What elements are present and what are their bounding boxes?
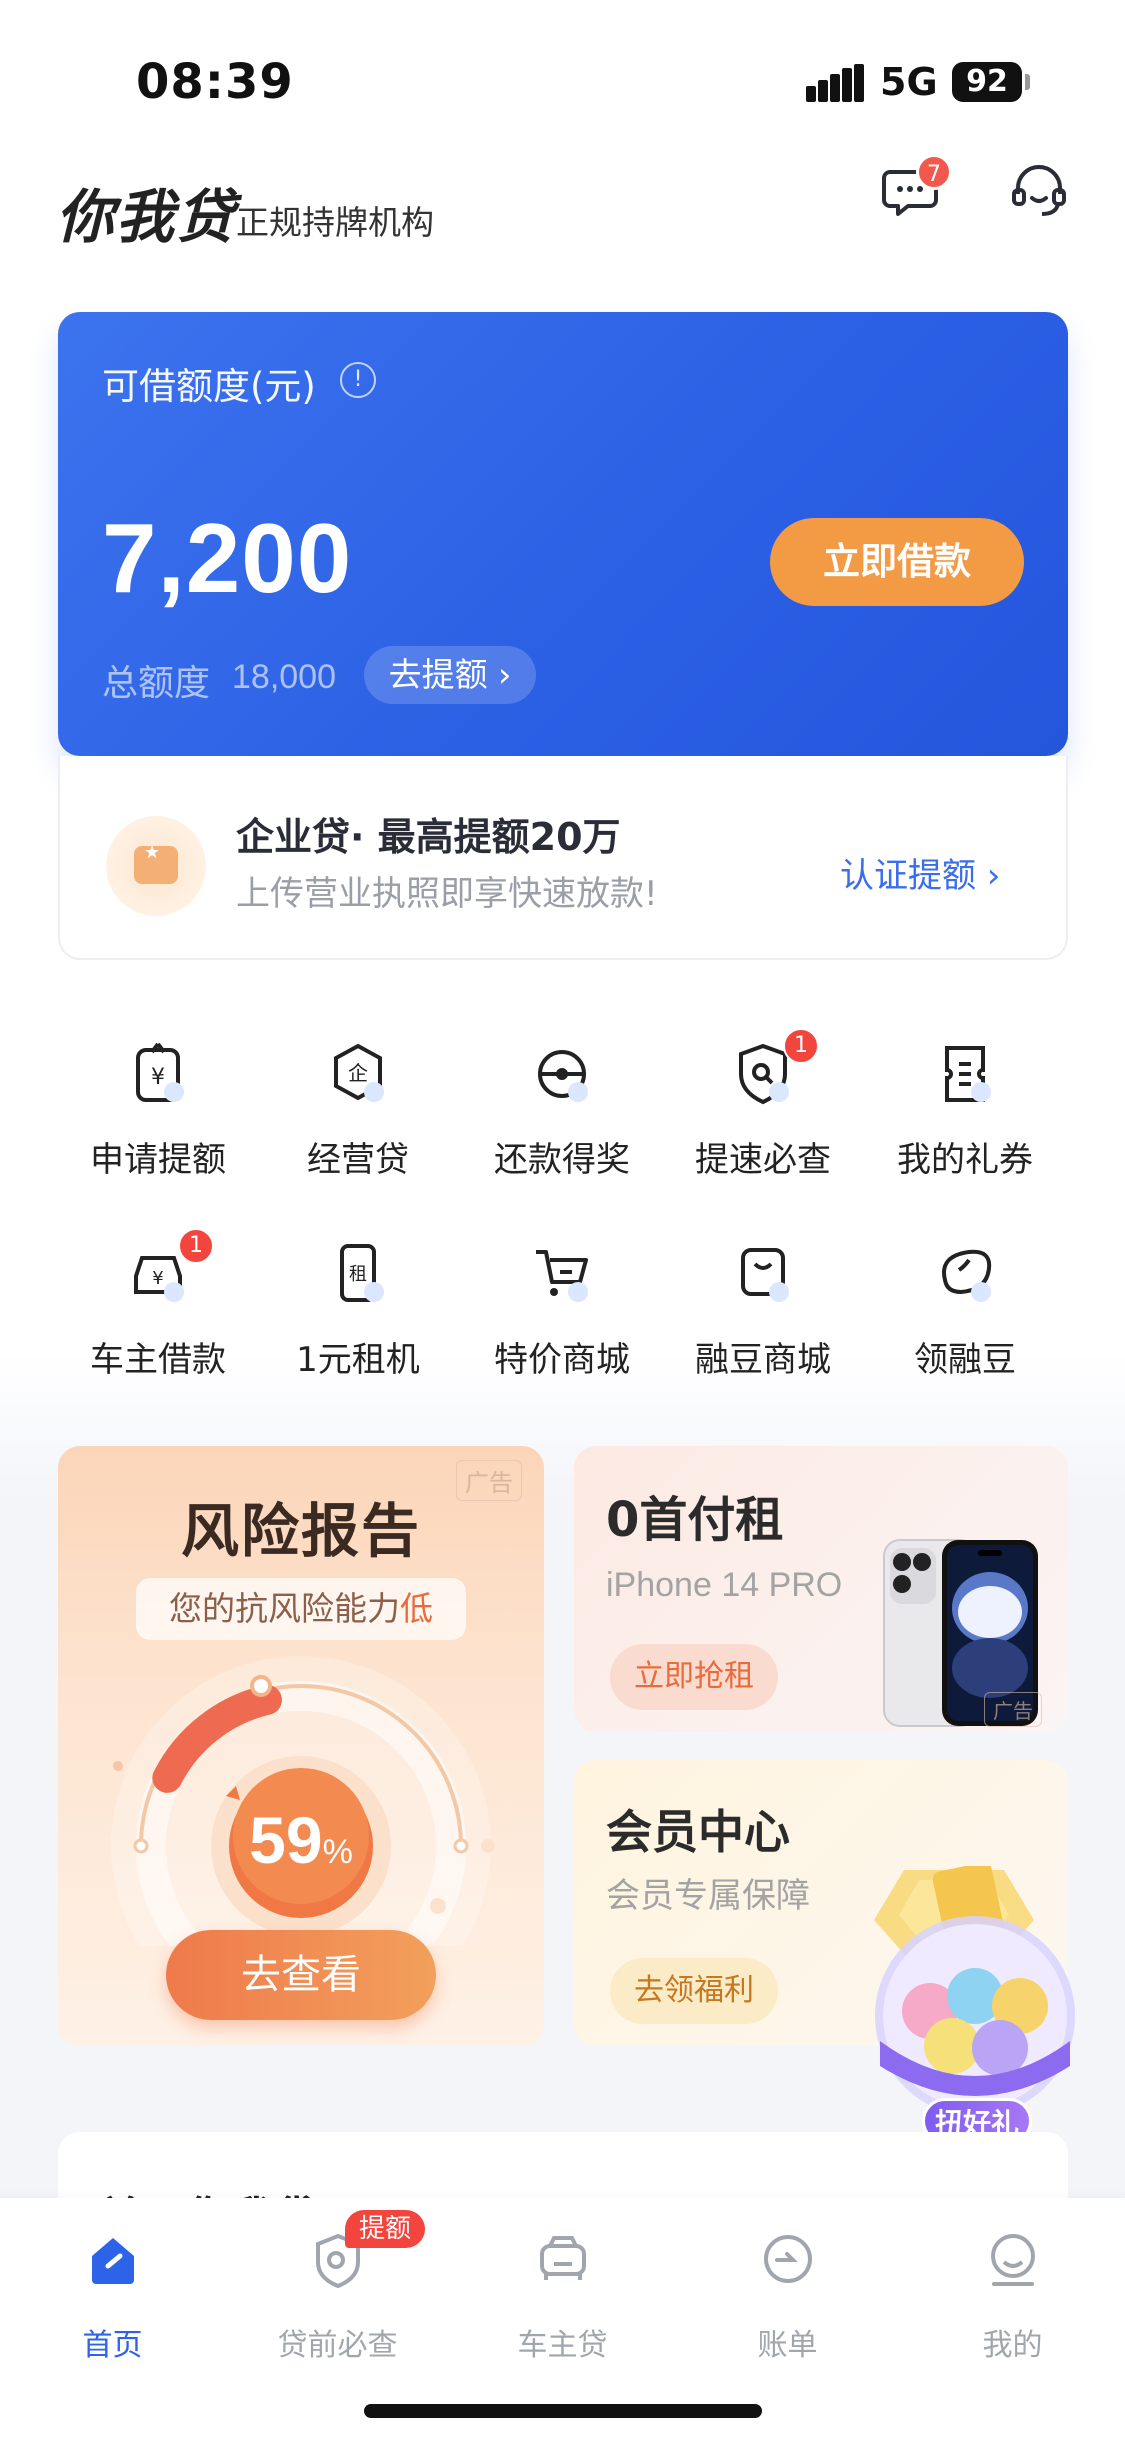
signal-icon — [806, 64, 864, 102]
brand-subtitle: 正规持牌机构 — [236, 203, 434, 242]
grid-item-5[interactable]: ¥ 车主借款 1 — [58, 1228, 258, 1410]
info-icon[interactable]: ! — [340, 362, 376, 398]
tab-label: 贷前必查 — [277, 2328, 398, 2363]
grid-badge: 1 — [783, 1028, 819, 1064]
gacha-ball-icon — [875, 1866, 1075, 2116]
tab-shield-check[interactable]: 贷前必查 提额 — [225, 2210, 450, 2378]
grid-label: 提速必查 — [695, 1140, 831, 1180]
coupon-icon — [945, 1046, 991, 1102]
svg-text:企: 企 — [348, 1061, 368, 1085]
grid-label: 车主借款 — [90, 1340, 226, 1380]
risk-report-card[interactable]: 广告 风险报告 您的抗风险能力低 59% 去查看 — [58, 1446, 544, 2046]
yuan-upload-icon: ¥ — [136, 1042, 184, 1102]
tab-label: 车主贷 — [517, 2328, 608, 2363]
profile-icon — [991, 2234, 1035, 2286]
claim-benefits-button[interactable]: 去领福利 — [610, 1958, 778, 2024]
verify-raise-link[interactable]: 认证提额 › — [840, 848, 1000, 897]
grid-badge: 1 — [178, 1228, 214, 1264]
risk-percent: 59% — [249, 1803, 353, 1877]
borrow-now-button[interactable]: 立即借款 — [770, 518, 1024, 606]
brand-logo: 你我贷 — [56, 183, 237, 251]
ad-tag-rent: 广告 — [984, 1692, 1042, 1727]
risk-gauge — [111, 1656, 495, 1946]
tab-bill[interactable]: 账单 — [675, 2218, 900, 2378]
rent-title: 0首付租 — [606, 1492, 784, 1548]
grid-label: 融豆商城 — [695, 1340, 831, 1380]
tab-label: 账单 — [757, 2328, 818, 2363]
total-credit-label: 总额度 — [102, 663, 211, 704]
repay-reward-icon — [538, 1050, 588, 1102]
grid-label: 经营贷 — [307, 1140, 409, 1180]
phone-rent-icon: 租 — [340, 1244, 384, 1302]
grid-label: 1元租机 — [296, 1340, 420, 1380]
svg-text:租: 租 — [349, 1264, 367, 1285]
message-badge: 7 — [916, 154, 952, 190]
grid-item-4[interactable]: 我的礼券 — [865, 1040, 1065, 1210]
gacha-float-button[interactable]: 扭好礼 — [860, 1866, 1090, 2156]
grid-item-2[interactable]: 还款得奖 — [462, 1040, 662, 1210]
grid-label: 还款得奖 — [494, 1140, 630, 1180]
grid-label: 我的礼券 — [897, 1140, 1033, 1180]
network-type: 5G — [880, 60, 938, 104]
grid-item-1[interactable]: 企经营贷 — [258, 1040, 458, 1210]
bean-icon — [942, 1249, 992, 1302]
home-icon — [92, 2238, 134, 2284]
tab-badge: 提额 — [345, 2210, 426, 2248]
risk-title: 风险报告 — [180, 1497, 421, 1565]
status-time: 08:39 — [136, 54, 294, 110]
car-icon — [540, 2236, 586, 2280]
grid-label: 特价商城 — [494, 1340, 630, 1380]
app-screen: 08:39 5G 92 你我贷 正规持牌机构 7 可借额度(元) ! 7,200… — [0, 0, 1125, 2439]
enterprise-loan-banner[interactable]: ★ 企业贷· 最高提额20万 上传营业执照即享快速放款! 认证提额 › — [58, 756, 1068, 960]
rent-now-button[interactable]: 立即抢租 — [610, 1644, 778, 1710]
tab-car[interactable]: 车主贷 — [450, 2218, 675, 2378]
total-credit-value: 18,000 — [232, 658, 336, 696]
rent-subtitle: iPhone 14 PRO — [606, 1566, 843, 1604]
bag-icon — [741, 1248, 789, 1302]
grid-item-8[interactable]: 融豆商城 — [663, 1240, 863, 1410]
view-report-button[interactable]: 去查看 — [166, 1930, 436, 2020]
grid-item-0[interactable]: ¥ 申请提额 — [58, 1040, 258, 1210]
home-indicator[interactable] — [364, 2404, 762, 2418]
credit-amount: 7,200 — [102, 503, 353, 613]
enterprise-title: 企业贷· 最高提额20万 — [236, 815, 621, 859]
enterprise-hexagon-icon: 企 — [334, 1043, 384, 1102]
tab-label: 首页 — [82, 2328, 143, 2363]
tab-label: 我的 — [982, 2328, 1043, 2363]
license-icon: ★ — [106, 816, 206, 916]
member-title: 会员中心 — [606, 1805, 790, 1859]
credit-card: 可借额度(元) ! 7,200 立即借款 总额度 18,000 去提额 › — [58, 312, 1068, 756]
tab-bar: 首页 贷前必查 提额车主贷 账单 我的 — [0, 2198, 1125, 2439]
svg-text:¥: ¥ — [152, 1268, 163, 1289]
tab-home[interactable]: 首页 — [0, 2218, 225, 2378]
risk-level-tag: 您的抗风险能力低 — [136, 1578, 466, 1640]
raise-limit-button[interactable]: 去提额 › — [364, 646, 536, 704]
bill-icon — [764, 2235, 812, 2283]
credit-label: 可借额度(元) — [102, 365, 316, 408]
battery-icon: 92 — [952, 62, 1022, 102]
rent-phone-card[interactable]: 0首付租 iPhone 14 PRO 立即抢租 广告 — [574, 1446, 1068, 1732]
grid-label: 领融豆 — [914, 1340, 1016, 1380]
grid-item-3[interactable]: 提速必查 1 — [663, 1028, 863, 1210]
grid-item-6[interactable]: 租 1元租机 — [258, 1240, 458, 1410]
grid-item-7[interactable]: 特价商城 — [462, 1240, 662, 1410]
grid-label: 申请提额 — [90, 1140, 226, 1180]
customer-service-icon[interactable] — [1008, 160, 1070, 222]
svg-text:¥: ¥ — [151, 1065, 165, 1090]
grid-item-9[interactable]: 领融豆 — [865, 1240, 1065, 1410]
cart-icon — [536, 1250, 588, 1302]
enterprise-subtitle: 上传营业执照即享快速放款! — [236, 874, 658, 914]
tab-profile[interactable]: 我的 — [900, 2218, 1125, 2378]
battery-tip — [1025, 74, 1030, 90]
member-subtitle: 会员专属保障 — [606, 1876, 810, 1916]
